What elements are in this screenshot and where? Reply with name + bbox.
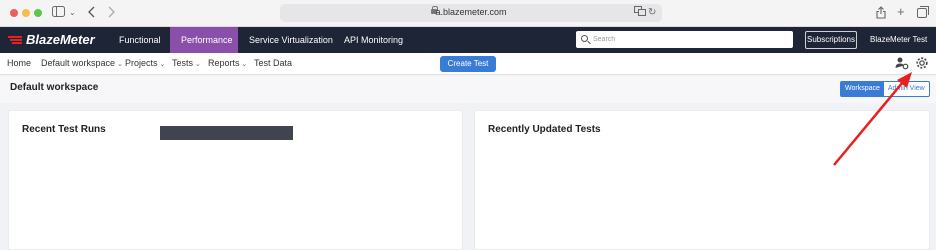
tab-api-monitoring[interactable]: API Monitoring [344, 27, 403, 53]
subnav-default-workspace[interactable]: Default workspace ⌄ [41, 53, 123, 75]
subnav-tests[interactable]: Tests ⌄ [172, 53, 201, 75]
gear-icon[interactable] [915, 56, 929, 70]
admin-view-button[interactable]: Admin View [884, 82, 929, 96]
search-icon [581, 35, 588, 42]
panel-title: Recently Updated Tests [488, 124, 601, 135]
chart-placeholder [160, 126, 293, 140]
tab-service-virtualization[interactable]: Service Virtualization [249, 27, 333, 53]
tab-label: Performance [181, 35, 233, 45]
zoom-window-button[interactable] [34, 9, 42, 17]
url-text: a.blazemeter.com [435, 7, 507, 17]
view-toggle: Workspace Admin View [840, 81, 930, 97]
reload-icon[interactable]: ↻ [648, 6, 656, 20]
panel-title: Recent Test Runs [22, 124, 106, 135]
tabs-icon[interactable] [917, 6, 929, 22]
subnav-projects[interactable]: Projects ⌄ [125, 53, 165, 75]
minimize-window-button[interactable] [22, 9, 30, 17]
subnav-label: Home [7, 58, 32, 68]
subnav-reports[interactable]: Reports ⌄ [208, 53, 247, 75]
subnav-label: Projects [125, 58, 158, 68]
logo-mark-icon [8, 36, 22, 44]
tab-label: Service Virtualization [249, 35, 333, 45]
create-test-button[interactable]: Create Test [440, 56, 496, 72]
back-icon[interactable] [88, 6, 96, 22]
search-box[interactable] [576, 31, 793, 48]
recently-updated-tests-panel: Recently Updated Tests [474, 110, 930, 250]
blazemeter-logo[interactable]: BlazeMeter [8, 32, 95, 48]
subnav-label: Tests [172, 58, 194, 68]
address-bar[interactable]: a.blazemeter.com ↻ [280, 4, 662, 22]
subnav-home[interactable]: Home [7, 53, 31, 75]
subnav-label: Default workspace [41, 58, 116, 68]
sidebar-icon[interactable] [52, 6, 66, 22]
subnav-label: Reports [208, 58, 240, 68]
chevron-down-icon: ⌄ [195, 61, 201, 68]
tab-label: Functional [119, 35, 161, 45]
close-window-button[interactable] [10, 9, 18, 17]
user-menu[interactable]: BlazeMeter Test ▼ [870, 27, 936, 70]
chevron-down-icon: ⌄ [159, 61, 166, 68]
tab-label: API Monitoring [344, 35, 404, 45]
secondary-navigation: Home Default workspace ⌄ Projects ⌄ Tests ⌄… [0, 53, 936, 75]
workspace-header: Default workspace Workspace Admin View [0, 76, 936, 103]
page-title: Default workspace [10, 82, 99, 93]
translate-icon[interactable] [634, 6, 646, 20]
subnav-test-data[interactable]: Test Data [254, 53, 292, 75]
chevron-down-icon[interactable]: ⌄ [69, 6, 76, 20]
chevron-down-icon: ⌄ [241, 61, 248, 68]
new-tab-icon[interactable]: + [897, 5, 905, 19]
share-icon[interactable] [876, 6, 886, 23]
subscriptions-button[interactable]: Subscriptions [805, 31, 857, 49]
workspace-view-button[interactable]: Workspace [841, 82, 884, 96]
browser-toolbar: ⌄ a.blazemeter.com ↻ + [0, 0, 936, 27]
logo-text: BlazeMeter [26, 32, 95, 47]
subnav-label: Test Data [254, 58, 293, 68]
user-settings-icon[interactable] [895, 56, 909, 70]
top-navigation: BlazeMeter Functional Performance Servic… [0, 27, 936, 70]
tab-functional[interactable]: Functional [108, 27, 172, 53]
user-name: BlazeMeter Test [870, 35, 928, 44]
chevron-down-icon: ⌄ [117, 61, 123, 68]
tab-performance[interactable]: Performance [170, 27, 238, 53]
forward-icon[interactable] [107, 6, 115, 22]
search-input[interactable] [593, 33, 783, 46]
